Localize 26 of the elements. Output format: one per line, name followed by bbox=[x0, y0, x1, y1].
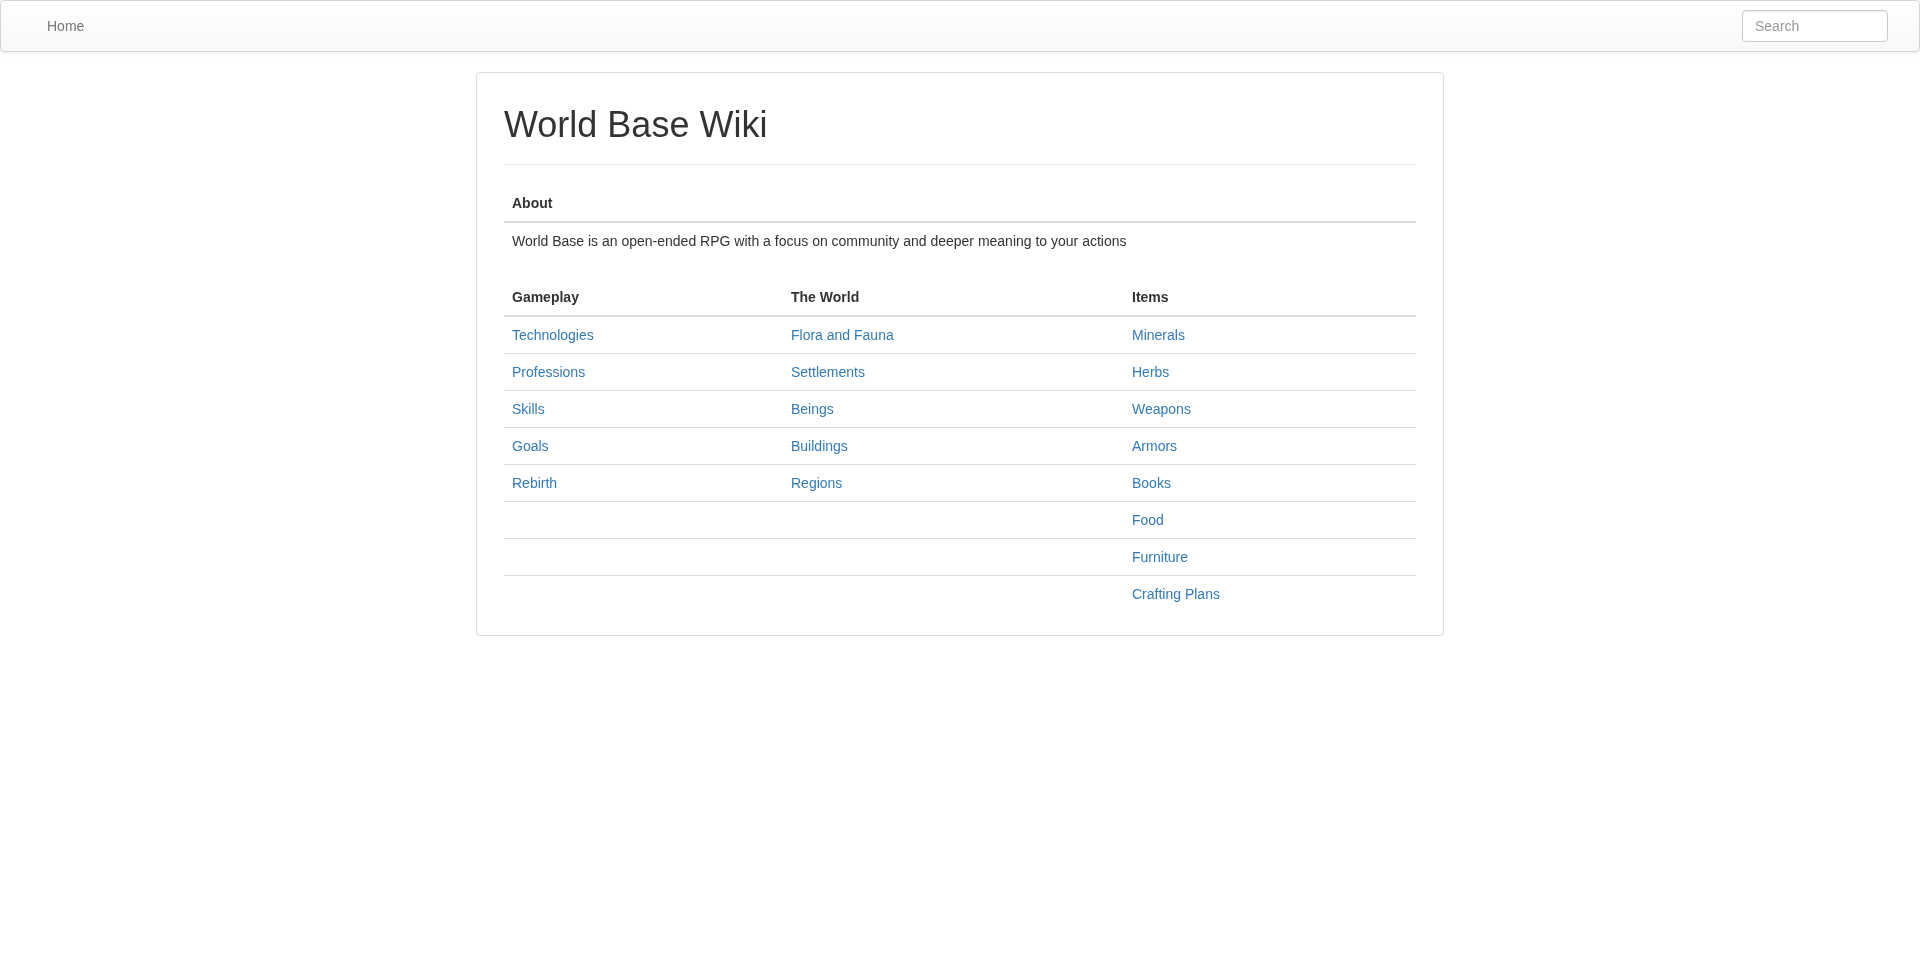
column-heading: Gameplay bbox=[512, 288, 579, 305]
search-field[interactable]: Search bbox=[1742, 10, 1888, 42]
wiki-link[interactable]: Professions bbox=[512, 363, 586, 380]
wiki-link[interactable]: Books bbox=[1132, 474, 1171, 491]
wiki-link[interactable]: Technologies bbox=[512, 326, 594, 343]
column-heading: Items bbox=[1132, 288, 1169, 305]
wiki-link[interactable]: Rebirth bbox=[512, 474, 558, 491]
section-heading: About bbox=[512, 194, 553, 211]
wiki-link[interactable]: Minerals bbox=[1132, 326, 1185, 343]
wiki-link[interactable]: Regions bbox=[791, 474, 843, 491]
wiki-link[interactable]: Beings bbox=[791, 400, 834, 417]
wiki-link[interactable]: Flora and Fauna bbox=[791, 326, 894, 343]
wiki-link[interactable]: Armors bbox=[1132, 437, 1178, 454]
wiki-link[interactable]: Furniture bbox=[1132, 548, 1189, 565]
wiki-link[interactable]: Skills bbox=[512, 400, 545, 417]
wiki-link[interactable]: Buildings bbox=[791, 437, 848, 454]
wiki-link[interactable]: Goals bbox=[512, 437, 549, 454]
about-text: World Base is an open-ended RPG with a focus on community and deeper meaning to your actions bbox=[512, 232, 1127, 249]
wiki-link[interactable]: Herbs bbox=[1132, 363, 1170, 380]
column-heading: The World bbox=[791, 288, 860, 305]
home-link[interactable]: Home bbox=[31, 1, 101, 51]
wiki-link[interactable]: Food bbox=[1132, 511, 1164, 528]
page-title: World Base Wiki bbox=[504, 93, 1416, 165]
wiki-link[interactable]: Crafting Plans bbox=[1132, 585, 1220, 602]
wiki-link[interactable]: Weapons bbox=[1132, 400, 1191, 417]
wiki-link[interactable]: Settlements bbox=[791, 363, 865, 380]
